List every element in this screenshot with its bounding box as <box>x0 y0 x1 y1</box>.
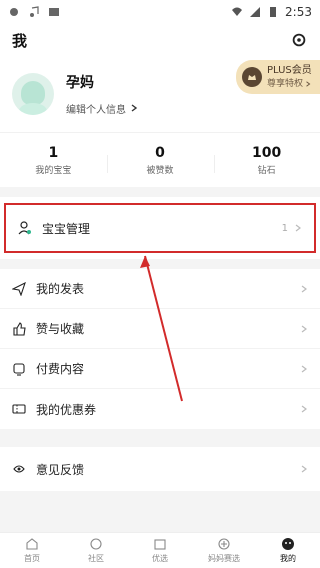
baby-user-icon <box>18 221 31 235</box>
nav-label: 社区 <box>88 554 104 563</box>
list-item-feedback[interactable]: 意见反馈 <box>0 447 320 491</box>
list-count: 1 <box>281 222 288 234</box>
notification-icon <box>10 8 18 16</box>
list-label: 付费内容 <box>36 362 85 376</box>
coupon-icon <box>12 404 26 414</box>
nav-community[interactable]: 社区 <box>64 533 128 568</box>
chevron-right-icon <box>131 104 138 112</box>
plus-text: PLUS会员 尊享特权 <box>267 64 312 89</box>
list-item-my-posts[interactable]: 我的发表 <box>0 269 320 309</box>
wifi-icon <box>232 7 243 16</box>
menu-group-baby: 宝宝管理 1 <box>0 197 320 259</box>
chevron-right-icon <box>301 325 307 332</box>
send-icon <box>12 281 26 296</box>
nav-label: 妈妈赛选 <box>208 554 240 563</box>
bottom-nav: 首页 社区 优选 妈妈赛选 我的 <box>0 532 320 568</box>
stat-value: 1 <box>48 144 59 161</box>
stat-label: 我的宝宝 <box>35 165 72 176</box>
list-label: 我的发表 <box>36 282 85 296</box>
status-bar: 2:53 <box>0 0 320 24</box>
stat-label: 钻石 <box>257 165 276 176</box>
nav-home[interactable]: 首页 <box>0 533 64 568</box>
chevron-right-icon <box>301 465 307 473</box>
profile-section[interactable]: 孕妈 编辑个人信息 PLUS会员 尊享特权 <box>0 56 320 132</box>
bag-icon <box>154 539 166 550</box>
nav-select[interactable]: 优选 <box>128 533 192 568</box>
music-icon <box>30 6 39 17</box>
avatar-body <box>19 103 47 115</box>
plus-sub-label: 尊享特权 <box>267 78 304 89</box>
stat-value: 0 <box>155 144 165 161</box>
edit-profile-label: 编辑个人信息 <box>66 104 126 116</box>
stats-row: 1 我的宝宝 0 被赞数 100 钻石 <box>0 132 320 187</box>
chat-icon <box>90 538 102 550</box>
list-label: 宝宝管理 <box>42 221 91 236</box>
stat-my-baby[interactable]: 1 我的宝宝 <box>1 145 107 176</box>
nav-mama-select[interactable]: 妈妈赛选 <box>192 533 256 568</box>
status-time: 2:53 <box>285 5 312 19</box>
nav-mine[interactable]: 我的 <box>256 533 320 568</box>
menu-group-content: 我的发表 赞与收藏 付费内容 我的优惠券 <box>0 269 320 429</box>
list-label: 赞与收藏 <box>36 322 85 336</box>
image-icon <box>49 8 59 16</box>
avatar[interactable] <box>12 73 54 115</box>
nav-label: 首页 <box>24 554 40 563</box>
stat-label: 被赞数 <box>146 165 174 176</box>
nav-label: 我的 <box>280 554 296 563</box>
list-label: 我的优惠券 <box>36 402 97 417</box>
profile-icon <box>282 538 294 550</box>
list-item-baby-management[interactable]: 宝宝管理 1 <box>6 205 314 251</box>
page-title: 我 <box>12 31 28 50</box>
list-item-paid-content[interactable]: 付费内容 <box>0 349 320 389</box>
plus-title: PLUS会员 <box>267 64 312 76</box>
home-icon <box>26 538 38 550</box>
heart-plus-icon <box>218 538 230 550</box>
stat-diamonds[interactable]: 100 钻石 <box>213 144 320 176</box>
plus-sub: 尊享特权 <box>267 78 312 89</box>
highlight-box: 宝宝管理 1 <box>4 203 316 253</box>
avatar-head <box>21 81 45 105</box>
chevron-right-icon <box>301 405 307 413</box>
chevron-right-icon <box>295 224 301 232</box>
plus-member-card[interactable]: PLUS会员 尊享特权 <box>236 60 320 94</box>
feedback-icon <box>13 465 25 473</box>
stat-likes[interactable]: 0 被赞数 <box>107 145 213 176</box>
edit-profile-link[interactable]: 编辑个人信息 <box>66 101 138 116</box>
list-item-coupons[interactable]: 我的优惠券 <box>0 389 320 429</box>
list-label: 意见反馈 <box>36 462 85 477</box>
battery-icon <box>270 7 277 17</box>
status-right: 2:53 <box>231 5 312 19</box>
header: 我 <box>0 24 320 56</box>
crown-icon <box>242 67 262 87</box>
thumbs-up-icon <box>13 321 26 336</box>
menu-group-feedback: 意见反馈 <box>0 447 320 491</box>
status-left-icons <box>8 6 60 18</box>
gear-icon[interactable] <box>290 31 308 49</box>
chevron-right-icon <box>306 81 311 87</box>
paid-content-icon <box>13 362 25 376</box>
chevron-right-icon <box>301 285 307 292</box>
stat-value: 100 <box>252 144 282 161</box>
list-item-likes-collections[interactable]: 赞与收藏 <box>0 309 320 349</box>
signal-icon <box>250 7 261 17</box>
nav-label: 优选 <box>152 554 168 563</box>
chevron-right-icon <box>301 365 307 372</box>
